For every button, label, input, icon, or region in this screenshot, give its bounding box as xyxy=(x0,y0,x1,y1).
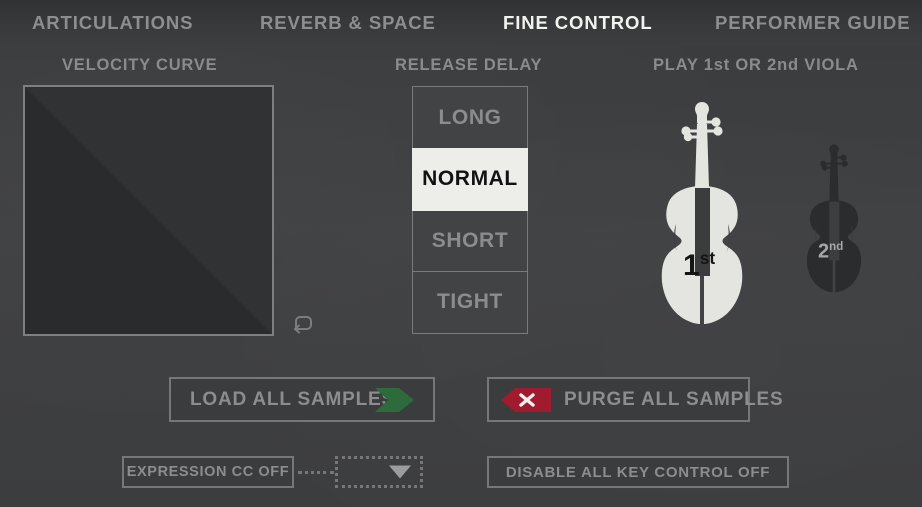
tab-reverb-space[interactable]: REVERB & SPACE xyxy=(260,12,436,34)
play-viola-heading: PLAY 1st OR 2nd VIOLA xyxy=(653,56,859,74)
load-all-samples-button[interactable]: LOAD ALL SAMPLES xyxy=(169,377,435,422)
expression-cc-dropdown[interactable] xyxy=(335,456,423,488)
velocity-curve-editor[interactable] xyxy=(23,85,274,336)
viola-1st-selector[interactable]: 1st xyxy=(650,100,754,340)
expression-cc-toggle[interactable]: EXPRESSION CC OFF xyxy=(122,456,294,488)
red-tag-x-icon xyxy=(500,385,552,415)
purge-all-samples-button[interactable]: PURGE ALL SAMPLES xyxy=(487,377,783,422)
reset-loop-arrow-icon[interactable] xyxy=(290,311,316,337)
tab-performer-guide[interactable]: PERFORMER GUIDE xyxy=(715,12,910,34)
velocity-curve-heading: VELOCITY CURVE xyxy=(62,56,218,74)
fine-control-panel: ARTICULATIONS REVERB & SPACE FINE CONTRO… xyxy=(0,0,922,507)
release-option-short[interactable]: SHORT xyxy=(412,209,528,272)
purge-all-samples-label: PURGE ALL SAMPLES xyxy=(564,388,784,410)
viola-2nd-selector[interactable]: 2nd xyxy=(799,143,869,303)
viola-icon xyxy=(806,144,862,293)
green-chevron-arrow-icon xyxy=(374,385,416,415)
chevron-down-icon xyxy=(389,465,411,479)
release-option-normal[interactable]: NORMAL xyxy=(412,147,528,211)
disable-all-key-control-toggle[interactable]: DISABLE ALL KEY CONTROL OFF xyxy=(487,456,789,488)
release-delay-options: LONG NORMAL SHORT TIGHT xyxy=(412,86,528,334)
release-option-tight[interactable]: TIGHT xyxy=(412,270,528,334)
tab-articulations[interactable]: ARTICULATIONS xyxy=(32,12,193,34)
release-option-long[interactable]: LONG xyxy=(412,86,528,149)
tab-fine-control[interactable]: FINE CONTROL xyxy=(503,12,653,34)
viola-icon xyxy=(661,102,743,324)
top-navigation-bar: ARTICULATIONS REVERB & SPACE FINE CONTRO… xyxy=(0,0,922,46)
release-delay-heading: RELEASE DELAY xyxy=(395,56,543,74)
load-all-samples-label: LOAD ALL SAMPLES xyxy=(190,388,395,410)
velocity-curve-shape xyxy=(25,87,272,334)
expression-connector-line xyxy=(298,471,334,474)
